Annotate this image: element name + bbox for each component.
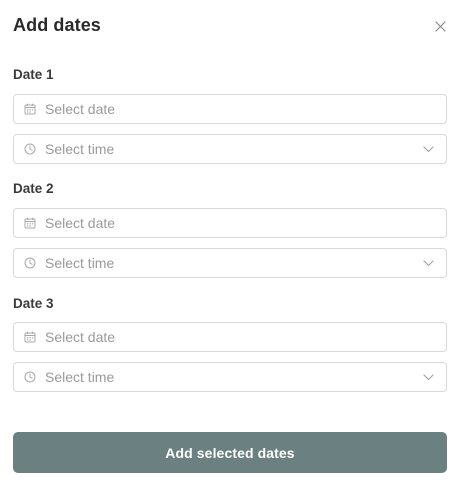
calendar-icon xyxy=(23,216,37,230)
chevron-down-icon xyxy=(421,142,435,156)
add-dates-dialog: Add dates Date 1 Select date Select time… xyxy=(0,0,458,492)
date-group-2: Date 2 Select date Select time xyxy=(13,180,447,280)
date-label: Date 1 xyxy=(13,67,54,82)
calendar-icon xyxy=(23,330,37,344)
date-picker-field[interactable]: Select date xyxy=(13,94,447,124)
date-picker-field[interactable]: Select date xyxy=(13,208,447,238)
clock-icon xyxy=(23,256,37,270)
date-input-placeholder: Select date xyxy=(45,329,116,345)
calendar-icon xyxy=(23,102,37,116)
time-select-placeholder: Select time xyxy=(45,369,115,385)
date-group-3: Date 3 Select date Select time xyxy=(13,295,447,395)
time-select-placeholder: Select time xyxy=(45,141,115,157)
clock-icon xyxy=(23,370,37,384)
date-label: Date 3 xyxy=(13,296,54,311)
date-picker-field[interactable]: Select date xyxy=(13,322,447,352)
time-select-field[interactable]: Select time xyxy=(13,134,447,164)
time-select-placeholder: Select time xyxy=(45,255,115,271)
date-input-placeholder: Select date xyxy=(45,215,116,231)
chevron-down-icon xyxy=(421,370,435,384)
add-selected-dates-button[interactable]: Add selected dates xyxy=(13,432,447,473)
close-icon xyxy=(434,20,446,32)
clock-icon xyxy=(23,142,37,156)
time-select-field[interactable]: Select time xyxy=(13,362,447,392)
dialog-title: Add dates xyxy=(13,15,101,35)
date-label: Date 2 xyxy=(13,181,54,196)
date-group-1: Date 1 Select date Select time xyxy=(13,66,447,166)
date-input-placeholder: Select date xyxy=(45,101,116,117)
close-button[interactable] xyxy=(430,16,450,36)
chevron-down-icon xyxy=(421,256,435,270)
time-select-field[interactable]: Select time xyxy=(13,248,447,278)
